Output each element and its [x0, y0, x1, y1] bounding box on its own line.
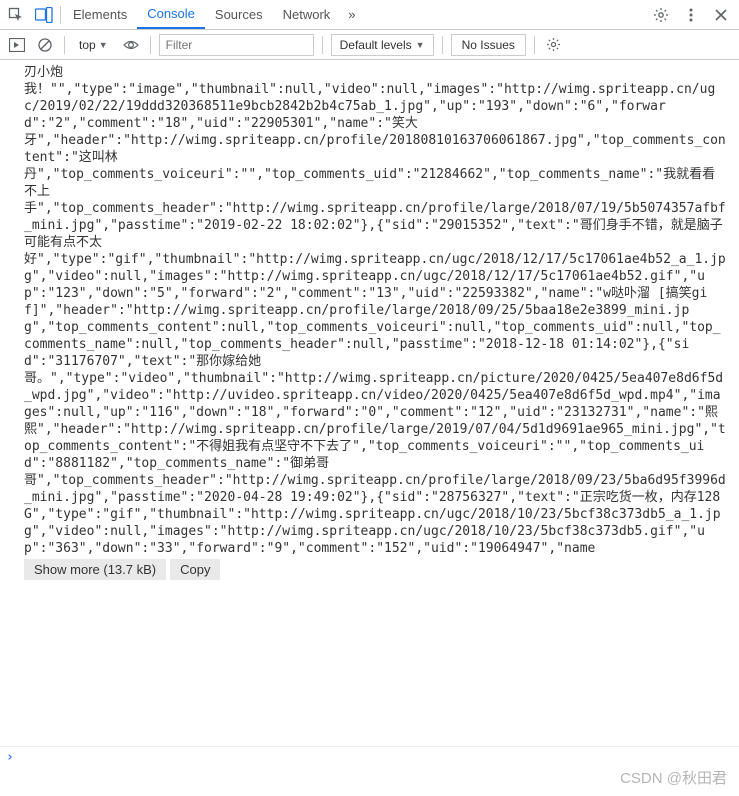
- chevron-down-icon: ▼: [99, 40, 108, 50]
- watermark: CSDN @秋田君: [620, 767, 727, 788]
- divider: [64, 36, 65, 54]
- sidebar-toggle-icon[interactable]: [6, 34, 28, 56]
- divider: [150, 36, 151, 54]
- console-output: 刃小炮 我！"","type":"image","thumbnail":null…: [0, 60, 739, 746]
- filter-input[interactable]: [159, 34, 314, 56]
- chevron-right-icon: ›: [6, 750, 14, 765]
- tab-network[interactable]: Network: [273, 0, 341, 29]
- divider: [442, 36, 443, 54]
- divider: [322, 36, 323, 54]
- divider: [534, 36, 535, 54]
- devtools-toolbar: Elements Console Sources Network »: [0, 0, 739, 30]
- tab-sources[interactable]: Sources: [205, 0, 273, 29]
- issues-button[interactable]: No Issues: [451, 34, 526, 56]
- levels-label: Default levels: [340, 38, 412, 52]
- inspect-icon[interactable]: [2, 1, 30, 29]
- showmore-row: Show more (13.7 kB)Copy: [24, 559, 739, 580]
- context-label: top: [79, 38, 96, 52]
- clear-console-icon[interactable]: [34, 34, 56, 56]
- console-message[interactable]: 刃小炮 我！"","type":"image","thumbnail":null…: [24, 64, 739, 557]
- live-expression-icon[interactable]: [120, 34, 142, 56]
- chevron-down-icon: ▼: [416, 40, 425, 50]
- kebab-menu-icon[interactable]: [679, 3, 703, 27]
- show-more-button[interactable]: Show more (13.7 kB): [24, 559, 166, 580]
- copy-button[interactable]: Copy: [170, 559, 220, 580]
- console-subbar: top ▼ Default levels ▼ No Issues: [0, 30, 739, 60]
- settings-icon[interactable]: [649, 3, 673, 27]
- tabs: Elements Console Sources Network »: [63, 0, 364, 29]
- divider: [60, 6, 61, 24]
- tab-more[interactable]: »: [340, 7, 363, 22]
- tab-console[interactable]: Console: [137, 0, 205, 29]
- toolbar-right: [649, 3, 737, 27]
- console-prompt[interactable]: ›: [0, 746, 739, 768]
- close-icon[interactable]: [709, 3, 733, 27]
- device-toggle-icon[interactable]: [30, 1, 58, 29]
- levels-selector[interactable]: Default levels ▼: [331, 34, 434, 56]
- context-selector[interactable]: top ▼: [73, 36, 114, 54]
- console-input[interactable]: [20, 750, 733, 765]
- toolbar-left: Elements Console Sources Network »: [2, 0, 364, 29]
- console-settings-icon[interactable]: [543, 34, 565, 56]
- tab-elements[interactable]: Elements: [63, 0, 137, 29]
